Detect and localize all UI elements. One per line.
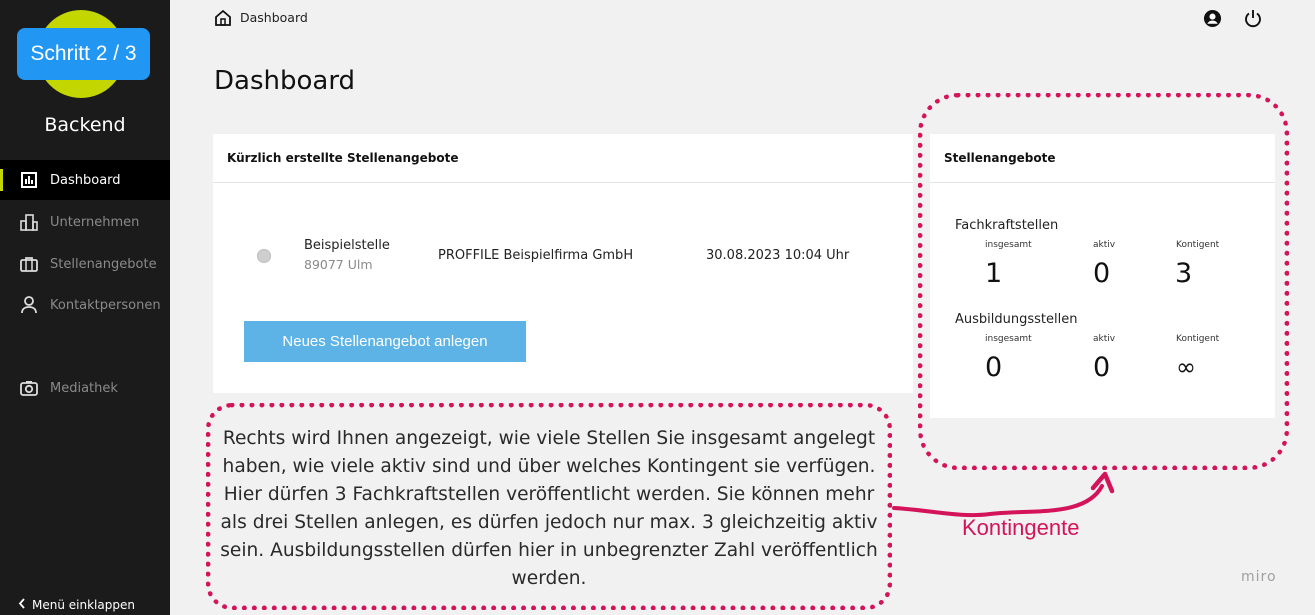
annotation-arrow [892, 471, 1115, 518]
miro-watermark: miro [1241, 569, 1277, 585]
kontingente-label: Kontingente [962, 515, 1080, 540]
